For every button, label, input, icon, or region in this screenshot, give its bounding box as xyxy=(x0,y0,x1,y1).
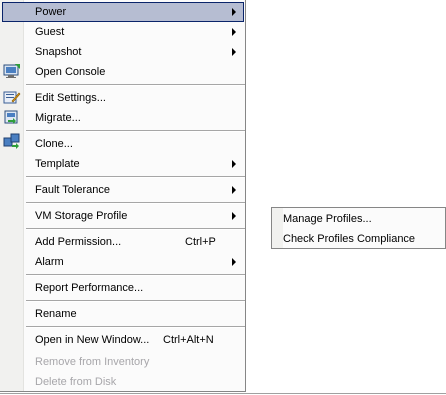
submenu-arrow-icon xyxy=(232,186,236,194)
menu-item-delete-from-disk: Delete from Disk xyxy=(0,372,245,392)
menu-separator xyxy=(26,176,245,178)
menu-separator xyxy=(26,300,245,302)
vm-storage-profile-submenu: Manage Profiles... Check Profiles Compli… xyxy=(271,207,446,249)
menu-item-rename[interactable]: Rename xyxy=(0,304,245,324)
menu-item-vm-storage-profile[interactable]: VM Storage Profile xyxy=(0,206,245,226)
menu-separator xyxy=(26,274,245,276)
menu-item-migrate[interactable]: Migrate... xyxy=(0,108,245,128)
submenu-item-label: Manage Profiles... xyxy=(283,213,372,225)
menu-item-label: Snapshot xyxy=(35,46,82,58)
menu-item-label: Fault Tolerance xyxy=(35,184,111,196)
submenu-item-check-profiles-compliance[interactable]: Check Profiles Compliance xyxy=(272,229,445,249)
menu-item-label: Add Permission... xyxy=(35,236,122,248)
menu-item-label: Delete from Disk xyxy=(35,376,117,388)
menu-item-fault-tolerance[interactable]: Fault Tolerance xyxy=(0,180,245,200)
menu-item-template[interactable]: Template xyxy=(0,154,245,174)
menu-item-label: Report Performance... xyxy=(35,282,144,294)
submenu-arrow-icon xyxy=(232,28,236,36)
menu-item-label: Power xyxy=(35,6,67,18)
menu-item-edit-settings[interactable]: Edit Settings... xyxy=(0,88,245,108)
vm-context-menu: Power Guest Snapshot Open Console Edit S… xyxy=(0,0,246,392)
menu-item-label: Edit Settings... xyxy=(35,92,106,104)
menu-item-alarm[interactable]: Alarm xyxy=(0,252,245,272)
submenu-item-manage-profiles[interactable]: Manage Profiles... xyxy=(272,209,445,229)
submenu-arrow-icon xyxy=(232,8,236,16)
menu-item-open-in-new-window[interactable]: Open in New Window... Ctrl+Alt+N xyxy=(0,330,245,350)
menu-separator xyxy=(26,202,245,204)
menu-item-add-permission[interactable]: Add Permission... Ctrl+P xyxy=(0,232,245,252)
submenu-arrow-icon xyxy=(232,258,236,266)
menu-item-label: Remove from Inventory xyxy=(35,356,150,368)
migrate-icon xyxy=(4,110,18,124)
menu-separator xyxy=(26,228,245,230)
menu-item-clone[interactable]: Clone... xyxy=(0,133,245,154)
menu-item-guest[interactable]: Guest xyxy=(0,22,245,42)
menu-item-label: Alarm xyxy=(35,256,64,268)
window-bottom-edge xyxy=(0,393,446,394)
menu-item-remove-from-inventory: Remove from Inventory xyxy=(0,352,245,372)
console-icon xyxy=(3,64,20,78)
menu-item-power[interactable]: Power xyxy=(2,2,244,22)
submenu-item-label: Check Profiles Compliance xyxy=(283,233,416,245)
submenu-arrow-icon xyxy=(232,48,236,56)
menu-separator xyxy=(26,130,245,132)
menu-item-snapshot[interactable]: Snapshot xyxy=(0,42,245,62)
submenu-arrow-icon xyxy=(232,212,236,220)
menu-item-label: Guest xyxy=(35,26,65,38)
submenu-arrow-icon xyxy=(232,160,236,168)
edit-settings-icon xyxy=(3,91,21,104)
menu-item-shortcut: Ctrl+Alt+N xyxy=(163,334,214,346)
menu-item-label: Open in New Window... xyxy=(35,334,150,346)
menu-item-label: Clone... xyxy=(35,138,73,150)
menu-item-label: VM Storage Profile xyxy=(35,210,128,222)
menu-item-label: Migrate... xyxy=(35,112,81,124)
menu-separator xyxy=(26,326,245,328)
menu-item-label: Rename xyxy=(35,308,77,320)
menu-item-open-console[interactable]: Open Console xyxy=(0,62,245,82)
menu-item-label: Open Console xyxy=(35,66,106,78)
menu-item-shortcut: Ctrl+P xyxy=(185,236,216,248)
menu-item-report-performance[interactable]: Report Performance... xyxy=(0,278,245,298)
menu-separator xyxy=(26,84,245,86)
menu-item-label: Template xyxy=(35,158,80,170)
clone-icon xyxy=(3,133,20,149)
